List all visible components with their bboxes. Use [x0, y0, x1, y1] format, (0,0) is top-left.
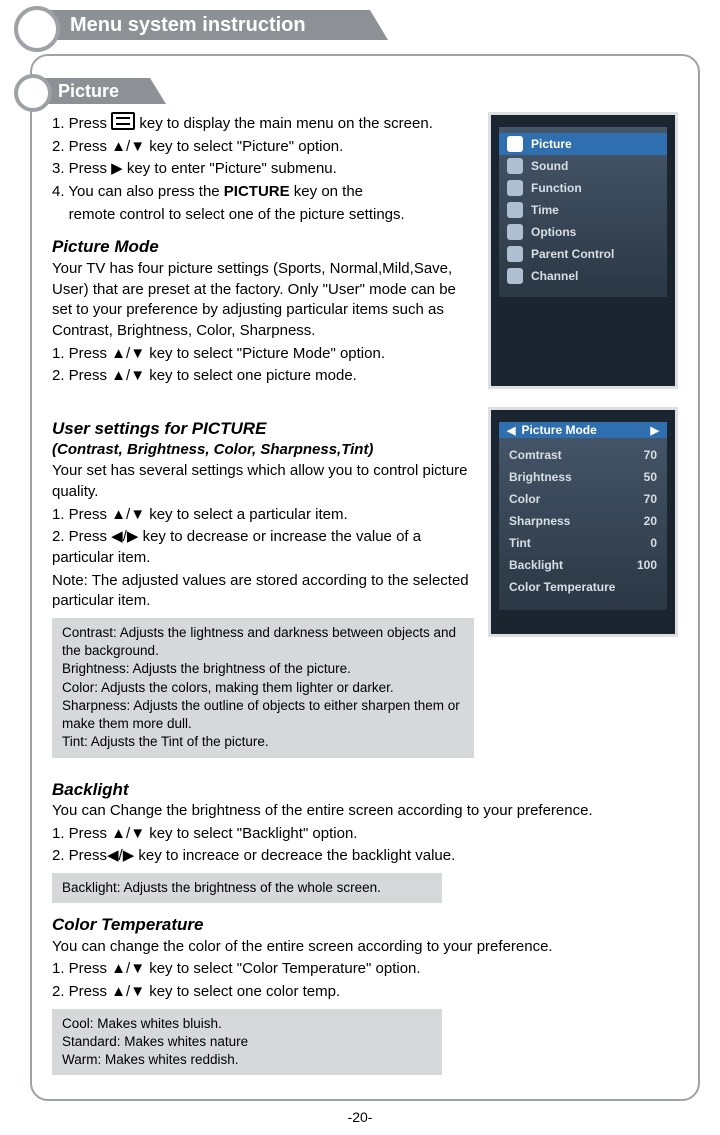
osd-value: 100 — [637, 558, 657, 572]
osd-setting-row: Backlight 100 — [499, 554, 667, 576]
intro-line: remote control to select one of the pict… — [52, 205, 474, 226]
osd-main-menu: Picture Sound Function Time — [488, 112, 678, 389]
channel-icon — [507, 268, 523, 284]
osd-value: 70 — [644, 448, 657, 462]
osd-value: 0 — [650, 536, 657, 550]
step: 2. Press ▲/▼ key to select one picture m… — [52, 366, 474, 387]
osd-menu-item: Time — [499, 199, 667, 221]
osd-key: Color Temperature — [509, 580, 615, 594]
intro-line: 2. Press ▲/▼ key to select "Picture" opt… — [52, 137, 474, 158]
osd-key: Tint — [509, 536, 531, 550]
color-temp-box: Cool: Makes whites bluish. Standard: Mak… — [52, 1009, 442, 1076]
definitions-box: Contrast: Adjusts the lightness and dark… — [52, 618, 474, 758]
osd-menu-item: Function — [499, 177, 667, 199]
osd-submenu-title: Picture Mode — [515, 423, 650, 437]
backlight-box: Backlight: Adjusts the brightness of the… — [52, 873, 442, 903]
osd-setting-row: Comtrast 70 — [499, 444, 667, 466]
osd-menu-item: Sound — [499, 155, 667, 177]
intro-line: 1. Press key to display the main menu on… — [52, 112, 474, 135]
osd-label: Options — [531, 225, 576, 239]
page-number: -20- — [0, 1109, 720, 1125]
sound-icon — [507, 158, 523, 174]
options-icon — [507, 224, 523, 240]
definition-line: Sharpness: Adjusts the outline of object… — [62, 697, 464, 733]
definition-line: Brightness: Adjusts the brightness of th… — [62, 660, 464, 678]
heading-color-temperature: Color Temperature — [52, 913, 678, 936]
heading-picture-mode: Picture Mode — [52, 235, 474, 258]
osd-label: Sound — [531, 159, 568, 173]
note: Note: The adjusted values are stored acc… — [52, 571, 474, 612]
definition-line: Standard: Makes whites nature — [62, 1033, 432, 1051]
intro-line: 3. Press ▶ key to enter "Picture" submen… — [52, 159, 474, 180]
step: 2. Press ◀/▶ key to decrease or increase… — [52, 527, 474, 568]
content-frame: Picture 1. Press key to display the main… — [30, 54, 700, 1101]
osd-submenu-header: ◀ Picture Mode ▶ — [499, 422, 667, 438]
osd-key: Color — [509, 492, 540, 506]
heading-user-settings: User settings for PICTURE — [52, 417, 474, 440]
page-header: Menu system instruction — [0, 6, 720, 44]
definition-line: Contrast: Adjusts the lightness and dark… — [62, 624, 464, 660]
osd-label: Parent Control — [531, 247, 614, 261]
osd-key: Comtrast — [509, 448, 562, 462]
text: key to display the main menu on the scre… — [139, 115, 433, 132]
definition-line: Tint: Adjusts the Tint of the picture. — [62, 733, 464, 751]
page-title: Menu system instruction — [40, 10, 370, 40]
step: 1. Press ▲/▼ key to select a particular … — [52, 505, 474, 526]
osd-menu-item: Picture — [499, 133, 667, 155]
definition-line: Warm: Makes whites reddish. — [62, 1051, 432, 1069]
osd-label: Time — [531, 203, 559, 217]
step: 2. Press◀/▶ key to increace or decreace … — [52, 846, 678, 867]
heading-backlight: Backlight — [52, 778, 678, 801]
header-circle-icon — [14, 6, 60, 52]
osd-key: Brightness — [509, 470, 572, 484]
paragraph: Your TV has four picture settings (Sport… — [52, 259, 474, 342]
osd-setting-row: Color Temperature — [499, 576, 667, 598]
step: 1. Press ▲/▼ key to select "Backlight" o… — [52, 824, 678, 845]
text: key on the — [290, 183, 363, 200]
right-arrow-icon: ▶ — [651, 424, 659, 437]
step: 1. Press ▲/▼ key to select "Picture Mode… — [52, 344, 474, 365]
parent-control-icon — [507, 246, 523, 262]
text: 1. Press — [52, 115, 111, 132]
time-icon — [507, 202, 523, 218]
osd-key: Backlight — [509, 558, 563, 572]
osd-menu-item: Channel — [499, 265, 667, 287]
section-title: Picture — [36, 78, 150, 104]
osd-setting-row: Color 70 — [499, 488, 667, 510]
osd-value: 20 — [644, 514, 657, 528]
osd-setting-row: Brightness 50 — [499, 466, 667, 488]
osd-picture-submenu: ◀ Picture Mode ▶ Comtrast 70 Brightness 50… — [488, 407, 678, 637]
step: 1. Press ▲/▼ key to select "Color Temper… — [52, 959, 678, 980]
definition-line: Backlight: Adjusts the brightness of the… — [62, 879, 432, 897]
menu-key-icon — [111, 112, 135, 130]
definition-line: Color: Adjusts the colors, making them l… — [62, 679, 464, 697]
function-icon — [507, 180, 523, 196]
paragraph: Your set has several settings which allo… — [52, 461, 474, 502]
definition-line: Cool: Makes whites bluish. — [62, 1015, 432, 1033]
text-bold: PICTURE — [224, 183, 290, 200]
osd-value: 50 — [644, 470, 657, 484]
picture-icon — [507, 136, 523, 152]
intro-line: 4. You can also press the PICTURE key on… — [52, 182, 474, 203]
osd-menu-item: Options — [499, 221, 667, 243]
osd-setting-row: Sharpness 20 — [499, 510, 667, 532]
paragraph: You can Change the brightness of the ent… — [52, 801, 678, 822]
paragraph: You can change the color of the entire s… — [52, 937, 678, 958]
section-circle-icon — [14, 74, 52, 112]
osd-setting-row: Tint 0 — [499, 532, 667, 554]
text: 4. You can also press the — [52, 183, 224, 200]
subtitle: (Contrast, Brightness, Color, Sharpness,… — [52, 440, 474, 461]
osd-value: 70 — [644, 492, 657, 506]
step: 2. Press ▲/▼ key to select one color tem… — [52, 982, 678, 1003]
osd-label: Picture — [531, 137, 572, 151]
osd-menu-item: Parent Control — [499, 243, 667, 265]
left-arrow-icon: ◀ — [507, 424, 515, 437]
osd-label: Channel — [531, 269, 578, 283]
osd-key: Sharpness — [509, 514, 570, 528]
osd-label: Function — [531, 181, 582, 195]
